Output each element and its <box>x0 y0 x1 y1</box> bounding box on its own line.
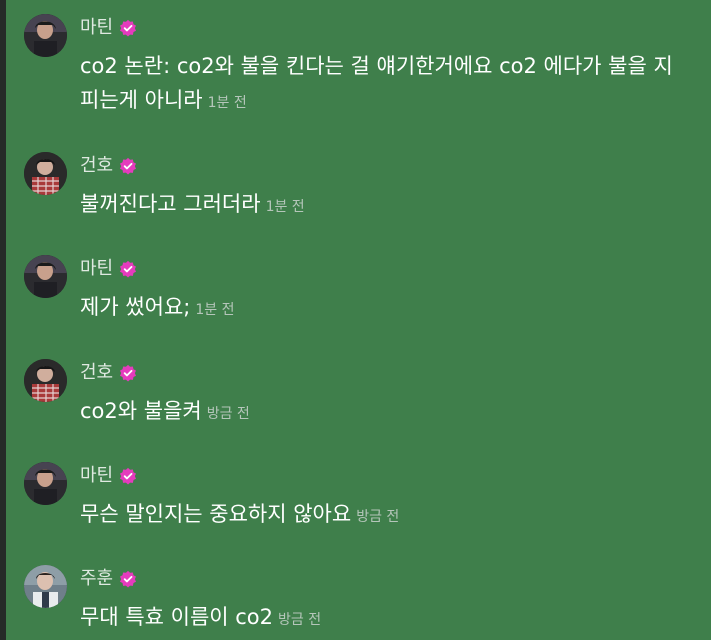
avatar[interactable] <box>24 255 67 298</box>
message-text: co2 논란: co2와 불을 킨다는 걸 얘기한거에요 co2 에다가 불을 … <box>80 54 673 112</box>
chat-message: 마틴 제가 썼어요; 1분 전 <box>24 255 704 325</box>
message-time: 1분 전 <box>207 95 247 111</box>
chat-feed: 마틴 co2 논란: co2와 불을 킨다는 걸 얘기한거에요 co2 에다가 … <box>0 0 711 640</box>
message-header: 건호 <box>80 154 137 178</box>
message-time: 방금 전 <box>206 406 250 422</box>
message-body: 무대 특효 이름이 co2 방금 전 <box>80 600 680 637</box>
verified-badge-icon <box>120 570 137 588</box>
username[interactable]: 건호 <box>80 154 113 178</box>
verified-badge-icon <box>120 467 137 485</box>
message-header: 주훈 <box>80 567 137 591</box>
message-time: 방금 전 <box>356 509 400 525</box>
username[interactable]: 건호 <box>80 361 113 385</box>
message-time: 방금 전 <box>278 612 322 628</box>
username[interactable]: 주훈 <box>80 567 113 591</box>
username[interactable]: 마틴 <box>80 464 113 488</box>
message-text: 불꺼진다고 그러더라 <box>80 192 261 216</box>
avatar[interactable] <box>24 359 67 402</box>
message-header: 마틴 <box>80 464 137 488</box>
message-body: 제가 썼어요; 1분 전 <box>80 290 680 327</box>
message-header: 마틴 <box>80 257 137 281</box>
message-text: 제가 썼어요; <box>80 295 191 319</box>
message-time: 1분 전 <box>195 302 235 318</box>
message-text: co2와 불을켜 <box>80 399 202 423</box>
avatar[interactable] <box>24 462 67 505</box>
chat-message: 마틴 무슨 말인지는 중요하지 않아요 방금 전 <box>24 462 704 532</box>
verified-badge-icon <box>120 157 137 175</box>
verified-badge-icon <box>120 260 137 278</box>
message-header: 건호 <box>80 361 137 385</box>
verified-badge-icon <box>120 364 137 382</box>
message-time: 1분 전 <box>265 199 305 215</box>
username[interactable]: 마틴 <box>80 257 113 281</box>
chat-message: 주훈 무대 특효 이름이 co2 방금 전 <box>24 565 704 640</box>
chat-message: 건호 co2와 불을켜 방금 전 <box>24 359 704 429</box>
avatar[interactable] <box>24 14 67 57</box>
message-body: 무슨 말인지는 중요하지 않아요 방금 전 <box>80 497 680 534</box>
message-text: 무슨 말인지는 중요하지 않아요 <box>80 502 352 526</box>
avatar[interactable] <box>24 152 67 195</box>
avatar[interactable] <box>24 565 67 608</box>
message-body: co2와 불을켜 방금 전 <box>80 394 680 431</box>
chat-message: 건호 불꺼진다고 그러더라 1분 전 <box>24 152 704 222</box>
message-header: 마틴 <box>80 16 137 40</box>
verified-badge-icon <box>120 19 137 37</box>
username[interactable]: 마틴 <box>80 16 113 40</box>
message-body: co2 논란: co2와 불을 킨다는 걸 얘기한거에요 co2 에다가 불을 … <box>80 49 680 120</box>
chat-message: 마틴 co2 논란: co2와 불을 킨다는 걸 얘기한거에요 co2 에다가 … <box>24 14 704 114</box>
message-body: 불꺼진다고 그러더라 1분 전 <box>80 187 680 224</box>
message-text: 무대 특효 이름이 co2 <box>80 605 274 629</box>
